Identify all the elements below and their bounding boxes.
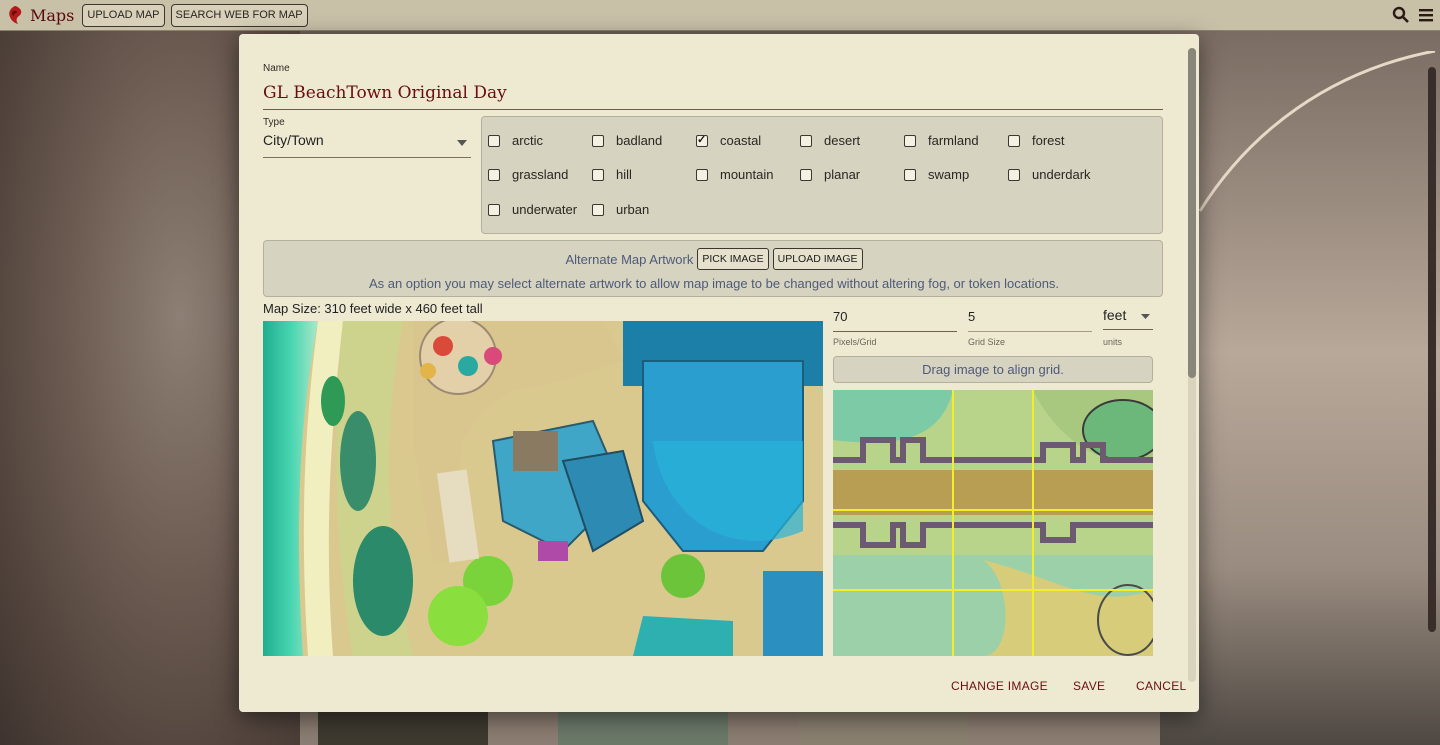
- checkbox-box[interactable]: [592, 168, 604, 181]
- alternate-artwork-label: Alternate Map Artwork: [565, 251, 694, 267]
- cancel-button[interactable]: CANCEL: [1136, 679, 1186, 693]
- moon-arc-decoration: [1198, 51, 1436, 212]
- page-scrollbar[interactable]: [1428, 67, 1436, 632]
- terrain-checkbox-underwater[interactable]: underwater: [488, 202, 577, 217]
- terrain-checkbox-swamp[interactable]: swamp: [904, 167, 969, 182]
- terrain-checkbox-farmland[interactable]: farmland: [904, 133, 979, 148]
- change-image-button[interactable]: CHANGE IMAGE: [951, 679, 1048, 693]
- search-web-for-map-button[interactable]: SEARCH WEB FOR MAP: [170, 3, 308, 27]
- checkbox-box[interactable]: [488, 168, 500, 181]
- grid-size-input[interactable]: 5: [968, 306, 1092, 332]
- terrain-checkbox-group: arctic badland coastal desert farmland forest…: [481, 116, 1163, 234]
- dialog-scrollbar[interactable]: [1188, 48, 1196, 682]
- terrain-checkbox-grassland[interactable]: grassland: [488, 167, 568, 182]
- checkbox-box[interactable]: [1008, 168, 1020, 181]
- grid-size-label: Grid Size: [968, 337, 1006, 347]
- units-label: units: [1103, 337, 1123, 347]
- app-header: Maps UPLOAD MAP SEARCH WEB FOR MAP: [0, 0, 1440, 31]
- map-size-text: Map Size: 310 feet wide x 460 feet tall: [263, 301, 483, 316]
- app-title[interactable]: Maps: [30, 6, 74, 25]
- terrain-checkbox-underdark[interactable]: underdark: [1008, 167, 1091, 182]
- pixels-per-grid-input[interactable]: 70: [833, 306, 957, 332]
- drag-align-grid-hint[interactable]: Drag image to align grid.: [833, 356, 1153, 383]
- chevron-down-icon: [1141, 314, 1150, 319]
- terrain-checkbox-desert[interactable]: desert: [800, 133, 860, 148]
- terrain-label: swamp: [928, 167, 970, 182]
- terrain-label: arctic: [512, 133, 544, 148]
- terrain-checkbox-badland[interactable]: badland: [592, 133, 662, 148]
- checkbox-box[interactable]: [696, 168, 708, 181]
- terrain-checkbox-mountain[interactable]: mountain: [696, 167, 773, 182]
- terrain-checkbox-planar[interactable]: planar: [800, 167, 860, 182]
- checkbox-box[interactable]: [800, 168, 812, 181]
- units-select-value: feet: [1103, 307, 1127, 323]
- terrain-label: hill: [616, 167, 632, 182]
- terrain-label: farmland: [928, 133, 979, 148]
- checkbox-box[interactable]: [488, 134, 500, 147]
- terrain-label: badland: [616, 133, 663, 148]
- checkbox-box[interactable]: [696, 133, 708, 147]
- search-icon[interactable]: [1392, 6, 1410, 24]
- upload-image-button[interactable]: UPLOAD IMAGE: [772, 248, 863, 270]
- name-label: Name: [263, 63, 290, 74]
- type-select-value: City/Town: [263, 132, 324, 148]
- terrain-checkbox-hill[interactable]: hill: [592, 167, 632, 182]
- terrain-label: underdark: [1032, 167, 1091, 182]
- checkbox-box[interactable]: [904, 168, 916, 181]
- dragon-logo-icon: [9, 6, 22, 24]
- save-button[interactable]: SAVE: [1073, 679, 1105, 693]
- edit-map-dialog: Name GL BeachTown Original Day Type City…: [239, 34, 1199, 712]
- terrain-label: mountain: [720, 167, 774, 182]
- checkbox-box[interactable]: [592, 134, 604, 147]
- checkbox-box[interactable]: [592, 203, 604, 216]
- chevron-down-icon: [457, 140, 467, 146]
- upload-map-button[interactable]: UPLOAD MAP: [82, 3, 165, 27]
- units-select[interactable]: feet: [1103, 304, 1153, 330]
- type-label: Type: [263, 117, 285, 128]
- terrain-label: forest: [1032, 133, 1065, 148]
- terrain-label: urban: [616, 202, 650, 217]
- pick-image-button[interactable]: PICK IMAGE: [697, 248, 769, 270]
- name-field[interactable]: GL BeachTown Original Day: [263, 82, 1163, 110]
- checkbox-box[interactable]: [904, 134, 916, 147]
- terrain-label: underwater: [512, 202, 578, 217]
- checkbox-box[interactable]: [488, 203, 500, 216]
- terrain-label: desert: [824, 133, 861, 148]
- map-preview-image[interactable]: [263, 321, 823, 656]
- grid-alignment-preview[interactable]: [833, 390, 1153, 656]
- checkbox-box[interactable]: [800, 134, 812, 147]
- terrain-checkbox-coastal[interactable]: coastal: [696, 133, 761, 148]
- checkbox-box[interactable]: [1008, 134, 1020, 147]
- terrain-label: grassland: [512, 167, 569, 182]
- terrain-checkbox-urban[interactable]: urban: [592, 202, 649, 217]
- terrain-label: coastal: [720, 133, 762, 148]
- terrain-label: planar: [824, 167, 861, 182]
- terrain-checkbox-forest[interactable]: forest: [1008, 133, 1065, 148]
- pixels-per-grid-label: Pixels/Grid: [833, 337, 877, 347]
- alternate-artwork-description: As an option you may select alternate ar…: [368, 276, 1060, 291]
- map-thumbnails-strip: [318, 711, 1128, 745]
- terrain-checkbox-arctic[interactable]: arctic: [488, 133, 543, 148]
- menu-icon[interactable]: [1418, 6, 1434, 24]
- alternate-artwork-panel: Alternate Map Artwork PICK IMAGE UPLOAD …: [263, 240, 1163, 297]
- type-select[interactable]: City/Town: [263, 132, 471, 158]
